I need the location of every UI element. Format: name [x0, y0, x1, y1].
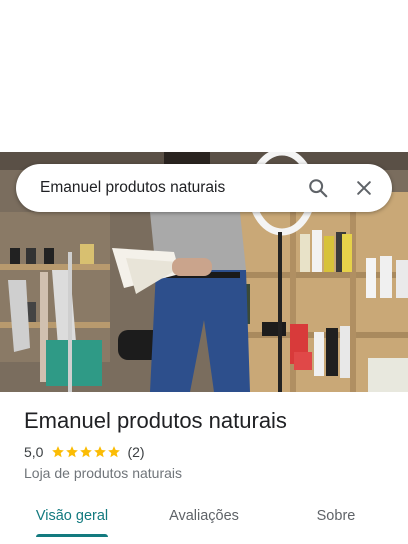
search-bar[interactable]: Emanuel produtos naturais	[16, 164, 392, 212]
star-icon	[52, 446, 65, 458]
place-category[interactable]: Loja de produtos naturais	[24, 465, 182, 481]
star-icon	[108, 446, 121, 458]
tab-reviews[interactable]: Avaliações	[154, 496, 254, 536]
star-icon	[80, 446, 93, 458]
star-icon	[94, 446, 107, 458]
place-title: Emanuel produtos naturais	[24, 408, 287, 433]
star-icon	[66, 446, 79, 458]
rating-row[interactable]: 5,0 (2)	[24, 444, 145, 460]
tab-bar: Visão geral Avaliações Sobre	[0, 496, 408, 544]
tab-about[interactable]: Sobre	[300, 496, 372, 536]
tab-overview[interactable]: Visão geral	[24, 496, 120, 536]
search-input[interactable]: Emanuel produtos naturais	[40, 179, 298, 197]
rating-value: 5,0	[24, 444, 44, 460]
active-tab-indicator	[36, 534, 108, 537]
star-rating	[51, 445, 121, 459]
review-count[interactable]: (2)	[127, 444, 144, 460]
close-icon[interactable]	[344, 168, 384, 208]
search-icon[interactable]	[298, 168, 338, 208]
